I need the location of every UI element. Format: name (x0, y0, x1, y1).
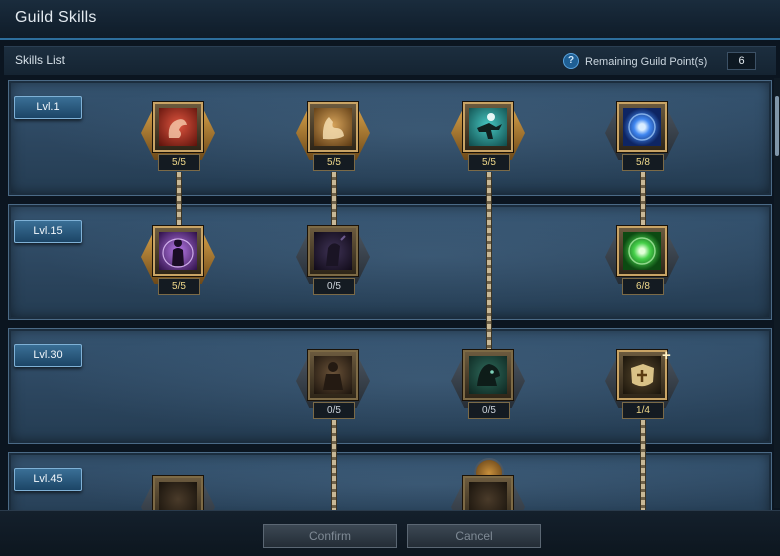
running-figure-icon (469, 108, 507, 146)
skill-level-count: 5/5 (468, 154, 510, 171)
tier-label-lvl30: Lvl.30 (14, 344, 82, 367)
shield-icon (623, 356, 661, 394)
skill-level-count: 5/8 (622, 154, 664, 171)
skill-node-orb[interactable]: 5/8 (597, 100, 687, 180)
help-icon[interactable]: ? (563, 53, 579, 69)
remaining-points-label: Remaining Guild Point(s) (585, 56, 708, 68)
skill-chain (331, 172, 337, 230)
skill-chain (640, 420, 646, 510)
warrior-icon (314, 356, 352, 394)
cancel-button[interactable]: Cancel (407, 524, 541, 548)
footer-bar: Confirm Cancel (0, 510, 780, 556)
skills-list-header: Skills List ? Remaining Guild Point(s) 6 (4, 46, 776, 75)
skills-list-label: Skills List (15, 53, 66, 67)
scrollbar-thumb[interactable] (775, 96, 779, 156)
beast-head-icon (469, 356, 507, 394)
skill-chain (640, 172, 646, 230)
locked-skill-icon (469, 482, 507, 510)
skill-node-lvl45-left[interactable] (133, 474, 223, 510)
skill-level-count: 5/5 (313, 154, 355, 171)
skill-level-count: 0/5 (468, 402, 510, 419)
remaining-points-value: 6 (727, 52, 756, 70)
add-point-icon[interactable]: + (662, 348, 674, 363)
skill-node-lvl45-middle[interactable] (443, 474, 533, 510)
skill-node-aura[interactable]: 5/5 (133, 224, 223, 304)
locked-skill-icon (159, 482, 197, 510)
skill-node-bulk-up[interactable]: 5/5 (288, 100, 378, 180)
skill-chain (331, 420, 337, 510)
confirm-button[interactable]: Confirm (263, 524, 397, 548)
skill-node-strength-arm[interactable]: 5/5 (133, 100, 223, 180)
skill-level-count: 5/5 (158, 278, 200, 295)
skill-level-count: 5/5 (158, 154, 200, 171)
skill-node-shadow[interactable]: 0/5 (288, 224, 378, 304)
flexed-arm-icon (159, 108, 197, 146)
tier-label-lvl15: Lvl.15 (14, 220, 82, 243)
skill-node-sprint[interactable]: 5/5 (443, 100, 533, 180)
purple-aura-icon (159, 232, 197, 270)
green-orb-icon (623, 232, 661, 270)
skill-chain (486, 172, 492, 354)
skill-level-count: 0/5 (313, 402, 355, 419)
skill-level-count: 0/5 (313, 278, 355, 295)
muscle-icon (314, 108, 352, 146)
tier-label-lvl45: Lvl.45 (14, 468, 82, 491)
skill-chain (176, 172, 182, 230)
window-title: Guild Skills (15, 9, 97, 26)
tier-label-lvl1: Lvl.1 (14, 96, 82, 119)
skill-node-green-orb[interactable]: 6/8 (597, 224, 687, 304)
skill-node-guild-shield[interactable]: + 1/4 (597, 348, 687, 428)
skill-node-warrior[interactable]: 0/5 (288, 348, 378, 428)
skill-node-beast[interactable]: 0/5 (443, 348, 533, 428)
shadow-figure-icon (314, 232, 352, 270)
blue-orb-icon (623, 108, 661, 146)
title-bar: Guild Skills (0, 0, 780, 40)
skill-level-count: 1/4 (622, 402, 664, 419)
skill-level-count: 6/8 (622, 278, 664, 295)
